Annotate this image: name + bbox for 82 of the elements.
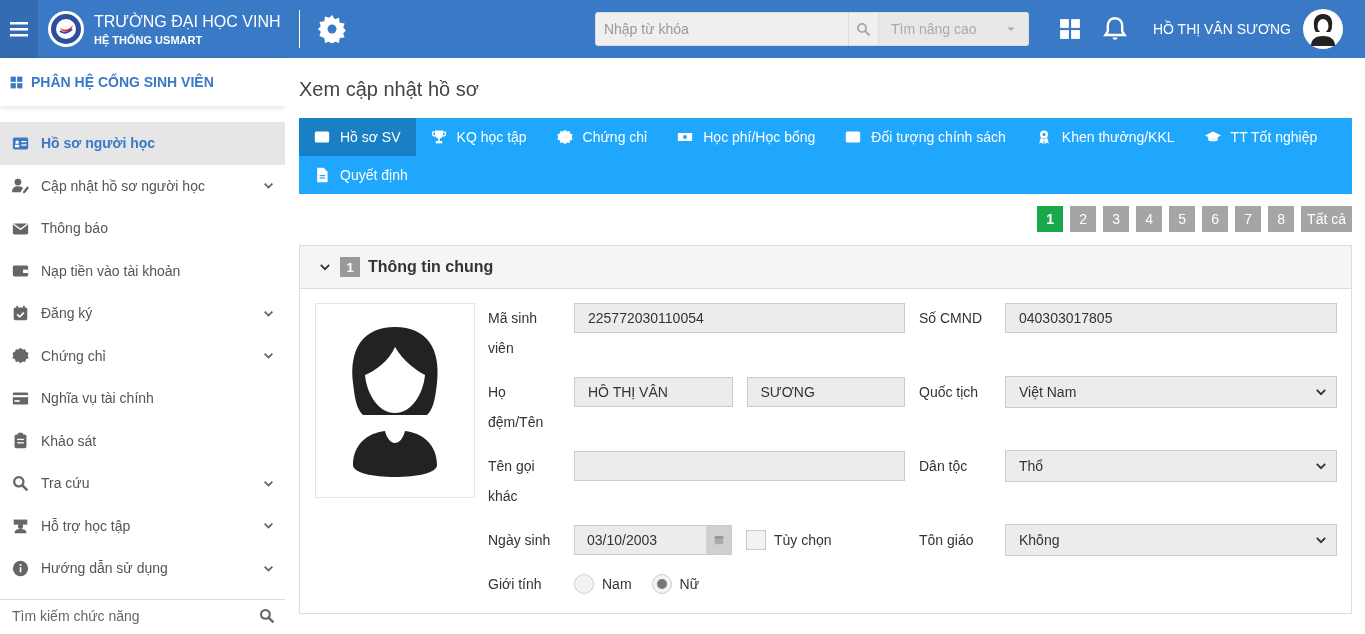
page-button[interactable]: 8 xyxy=(1268,206,1295,232)
search-icon xyxy=(855,21,871,37)
file-icon xyxy=(314,167,330,183)
apps-button[interactable] xyxy=(1058,18,1081,40)
badge-icon xyxy=(12,347,29,365)
tab[interactable]: TT Tốt nghiệp xyxy=(1189,118,1333,156)
calendar-check-icon xyxy=(12,304,29,322)
sidebar-title: PHÂN HỆ CỔNG SINH VIÊN xyxy=(31,74,214,90)
field-label: Họ đệm/Tên xyxy=(488,383,545,432)
sidebar-item[interactable]: Tra cứu xyxy=(0,462,285,505)
select-field[interactable]: Thổ xyxy=(1005,450,1337,482)
grid-icon xyxy=(1058,18,1081,40)
school-name: TRƯỜNG ĐẠI HỌC VINH xyxy=(94,12,281,31)
tab[interactable]: Chứng chỉ xyxy=(541,118,663,156)
avatar[interactable] xyxy=(1303,9,1343,49)
sidebar-item[interactable]: Khảo sát xyxy=(0,419,285,462)
sidebar-item[interactable]: Hồ sơ người học xyxy=(0,122,285,165)
checkbox[interactable] xyxy=(746,530,766,550)
select-field[interactable]: Việt Nam xyxy=(1005,376,1337,408)
page-button[interactable]: Tất cả xyxy=(1301,206,1352,232)
field-label: Dân tộc xyxy=(918,457,969,476)
field-label: Giới tính xyxy=(488,575,543,594)
tab[interactable]: Học phí/Học bổng xyxy=(662,118,831,156)
radio-button[interactable] xyxy=(651,574,672,594)
sidebar-item[interactable]: Thông báo xyxy=(0,207,285,250)
sidebar-item[interactable]: Cập nhật hồ sơ người học xyxy=(0,164,285,207)
text-field[interactable]: 040303017805 xyxy=(1005,303,1337,333)
search-icon xyxy=(12,474,29,492)
tab[interactable]: KQ học tập xyxy=(415,118,542,156)
badge-icon xyxy=(556,129,573,145)
field-label: Ngày sinh xyxy=(488,531,552,550)
gear-icon xyxy=(317,15,346,43)
bell-icon xyxy=(1102,17,1127,41)
sidebar-item[interactable]: Hướng dẫn sử dụng xyxy=(0,547,285,590)
checkbox-label: Tùy chọn xyxy=(774,532,832,548)
text-field[interactable]: SƯƠNG xyxy=(746,377,905,407)
info-icon xyxy=(12,559,29,577)
page-button[interactable]: 4 xyxy=(1136,206,1163,232)
user-name[interactable]: HỒ THỊ VÂN SƯƠNG xyxy=(1152,21,1291,37)
menu-icon xyxy=(10,21,28,37)
page-button[interactable]: 1 xyxy=(1037,206,1064,232)
text-field[interactable]: HỒ THỊ VÂN xyxy=(574,377,733,407)
text-field[interactable]: 225772030110054 xyxy=(574,303,905,333)
notification-button[interactable] xyxy=(1102,17,1127,41)
logo-icon xyxy=(50,13,82,45)
tab[interactable]: Quyết định xyxy=(299,156,423,194)
sidebar-item[interactable]: Nạp tiền vào tài khoản xyxy=(0,249,285,292)
clipboard-icon xyxy=(12,432,29,450)
sidebar-item[interactable]: Hỗ trợ học tập xyxy=(0,504,285,547)
section-number: 1 xyxy=(340,257,360,277)
tab[interactable]: Đối tượng chính sách xyxy=(830,118,1021,156)
radio-button[interactable] xyxy=(574,574,594,594)
system-name: HỆ THỐNG USMART xyxy=(94,33,204,46)
sidebar-item[interactable]: Chứng chỉ xyxy=(0,334,285,377)
tab[interactable]: Khen thưởng/KKL xyxy=(1020,118,1190,156)
page-title: Xem cập nhật hồ sơ xyxy=(299,78,480,102)
select-field[interactable]: Không xyxy=(1005,524,1337,556)
sidebar-item[interactable]: Nghĩa vụ tài chính xyxy=(0,377,285,420)
page-button[interactable]: 7 xyxy=(1235,206,1262,232)
sidebar-item[interactable]: Đăng ký xyxy=(0,292,285,335)
user-pen-icon xyxy=(12,177,29,195)
field-label: Tên gọi khác xyxy=(488,457,536,506)
tab[interactable]: Hồ sơ SV xyxy=(299,118,416,156)
menu-button[interactable] xyxy=(0,0,38,58)
grid-icon xyxy=(10,75,23,89)
page-button[interactable]: 6 xyxy=(1202,206,1229,232)
field-label: Mã sinh viên xyxy=(488,309,539,358)
radio-label: Nữ xyxy=(679,576,700,592)
text-field[interactable] xyxy=(574,451,905,481)
page-button[interactable]: 2 xyxy=(1070,206,1097,232)
field-label: Tôn giáo xyxy=(918,531,975,550)
user-silhouette-icon xyxy=(1308,12,1338,46)
search-icon xyxy=(259,608,275,624)
field-label: Quốc tịch xyxy=(918,383,980,402)
field-label: Số CMND xyxy=(918,309,983,328)
section-title: Thông tin chung xyxy=(368,258,494,276)
search-field[interactable]: Nhập từ khóa xyxy=(594,12,849,46)
page-button[interactable]: 3 xyxy=(1103,206,1130,232)
settings-button[interactable] xyxy=(317,15,346,43)
page-button[interactable]: 5 xyxy=(1169,206,1196,232)
trophy-icon xyxy=(430,129,447,145)
radio-label: Nam xyxy=(602,576,632,592)
